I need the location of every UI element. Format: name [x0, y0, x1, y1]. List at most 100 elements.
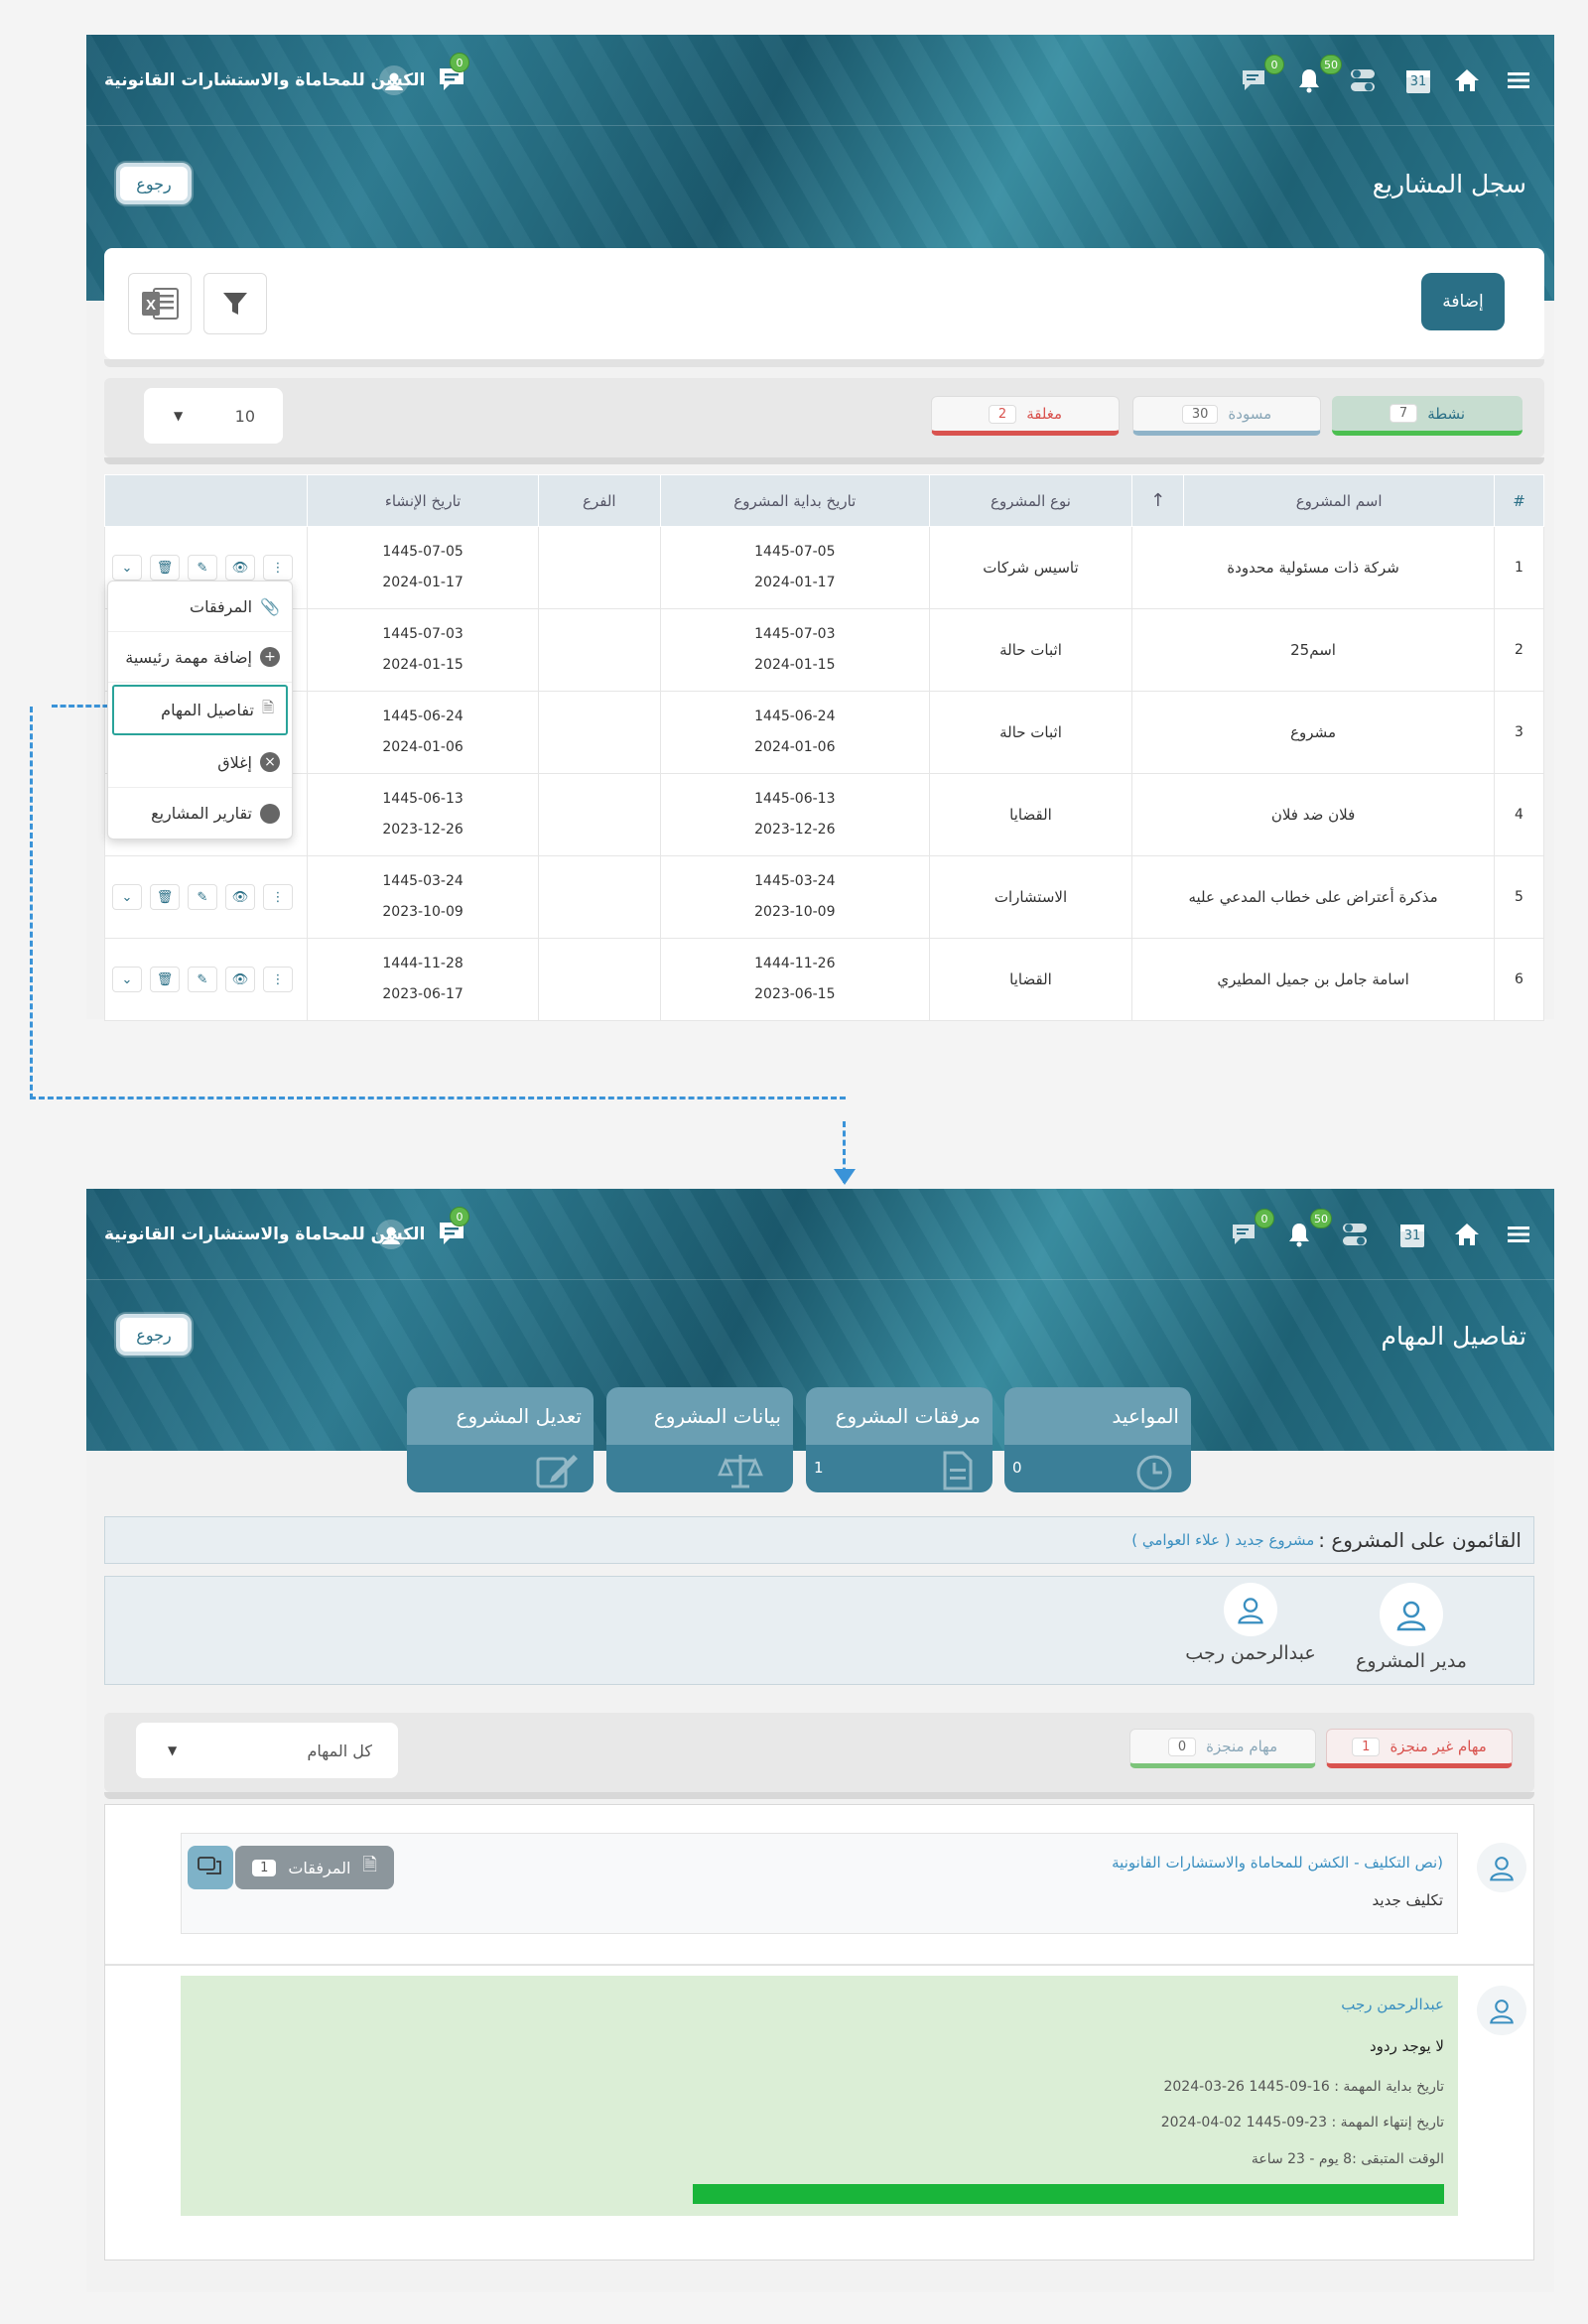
table-row: 3 مشروع اثبات حالة 1445-06-24 2024-01-06 1445… [103, 691, 1545, 774]
card-title: تعديل المشروع [407, 1387, 594, 1445]
circle-icon [260, 803, 280, 824]
chat-icon[interactable] [188, 1846, 233, 1889]
menu-label: إضافة مهمة رئيسية [125, 647, 252, 667]
start-date-gregorian: 2023-06-15 [754, 986, 836, 1002]
tab-done-tasks[interactable]: مهام منجزة 0 [1129, 1729, 1316, 1768]
project-manager[interactable]: مدير المشروع [1337, 1583, 1486, 1672]
project-name-link[interactable]: مذكرة أعتراض على خطاب المدعي عليه [1131, 855, 1495, 939]
messages-icon[interactable]: 0 [1227, 1209, 1274, 1252]
messages-icon[interactable]: 0 [1237, 55, 1284, 98]
task-progress-bar [693, 2184, 1444, 2204]
menu-item-close[interactable]: × إغلاق [108, 737, 292, 788]
edit-icon[interactable]: ✎ [188, 884, 217, 910]
menu-item-attachments[interactable]: 📎 المرفقات [108, 581, 292, 632]
menu-icon[interactable] [1503, 1219, 1534, 1250]
project-name-link[interactable]: اسامة جامل بن جميل المطيري [1131, 938, 1495, 1021]
reply-name[interactable]: عبدالرحمن رجب [1341, 1996, 1444, 2013]
add-button[interactable]: إضافة [1421, 273, 1505, 330]
managers-value[interactable]: مشروع جديد ( علاء العوامي ) [1131, 1531, 1314, 1549]
menu-item-project-reports[interactable]: تقارير المشاريع [108, 788, 292, 839]
tab-label: نشطة [1427, 404, 1466, 423]
excel-export-button[interactable]: X [128, 273, 192, 334]
col-type[interactable]: نوع المشروع [928, 474, 1133, 527]
appointments-card[interactable]: المواعيد 0 [1004, 1387, 1191, 1492]
toggle-icon[interactable] [1346, 63, 1380, 98]
chat-icon[interactable]: 0 [434, 1207, 469, 1252]
bell-icon[interactable]: 50 [1292, 55, 1342, 98]
attachments-button[interactable]: 🗎 المرفقات 1 [235, 1846, 394, 1889]
project-attachments-card[interactable]: مرفقات المشروع 1 [806, 1387, 992, 1492]
page-size-select[interactable]: ▼ 10 [144, 388, 283, 444]
menu-label: تفاصيل المهام [161, 701, 254, 719]
edit-icon [536, 1455, 578, 1488]
project-type: تاسيس شركات [928, 526, 1133, 609]
tasks-container: (نص التكليف - الكشن للمحاماة والاستشارات… [104, 1804, 1534, 2260]
tab-closed[interactable]: مغلقة 2 [931, 396, 1120, 436]
start-date-gregorian: 2024-01-17 [754, 575, 836, 590]
chevron-down-icon[interactable]: ⌄ [112, 884, 142, 910]
company-name: الكشن للمحاماة والاستشارات القانونية [104, 1225, 426, 1244]
col-start[interactable]: تاريخ بداية المشروع [659, 474, 930, 527]
eye-icon[interactable]: 👁 [225, 555, 255, 581]
project-name-link[interactable]: شركة ذات مسئولية محدودة [1131, 526, 1495, 609]
more-options-icon[interactable]: ⋮ [263, 555, 293, 581]
menu-icon[interactable] [1503, 65, 1534, 96]
branch [537, 938, 661, 1021]
divider [104, 359, 1544, 367]
menu-item-add-main-task[interactable]: + إضافة مهمة رئيسية [108, 632, 292, 683]
divider [104, 1792, 1534, 1799]
card-title: المواعيد [1004, 1387, 1191, 1445]
project-name-link[interactable]: اسم25 [1131, 608, 1495, 692]
chevron-down-icon[interactable]: ⌄ [112, 555, 142, 581]
more-options-icon[interactable]: ⋮ [263, 967, 293, 992]
team-member[interactable]: عبدالرحمن رجب [1176, 1583, 1325, 1664]
start-date: 1445-07-05 2024-01-17 [659, 526, 930, 609]
created-date-hijri: 1445-07-05 [382, 544, 463, 560]
calendar-icon[interactable]: 31 [1395, 1217, 1429, 1252]
row-num: 4 [1493, 773, 1545, 856]
calendar-icon[interactable]: 31 [1401, 63, 1435, 98]
task-progress-track [693, 2184, 1444, 2204]
start-date-gregorian: 2024-01-15 [754, 657, 836, 673]
arrow-down-icon [834, 1169, 856, 1185]
project-name-link[interactable]: فلان ضد فلان [1131, 773, 1495, 856]
start-date-hijri: 1445-06-24 [754, 709, 836, 724]
col-branch[interactable]: الفرع [537, 474, 661, 527]
eye-icon[interactable]: 👁 [225, 884, 255, 910]
row-actions: ⌄ 🗑 ✎ 👁 ⋮ [103, 938, 309, 1021]
edit-icon[interactable]: ✎ [188, 555, 217, 581]
menu-item-task-details[interactable]: 🗎 تفاصيل المهام [112, 685, 288, 735]
clock-icon [1136, 1455, 1172, 1490]
edit-project-card[interactable]: تعديل المشروع [407, 1387, 594, 1492]
col-created[interactable]: تاريخ الإنشاء [307, 474, 539, 527]
trash-icon[interactable]: 🗑 [150, 555, 180, 581]
tab-pending-tasks[interactable]: مهام غير منجزة 1 [1326, 1729, 1513, 1768]
bell-icon[interactable]: 50 [1282, 1209, 1332, 1252]
trash-icon[interactable]: 🗑 [150, 967, 180, 992]
home-icon[interactable] [1449, 63, 1485, 98]
chevron-down-icon[interactable]: ⌄ [112, 967, 142, 992]
more-options-icon[interactable]: ⋮ [263, 884, 293, 910]
task-filter-select[interactable]: ▼ كل المهام [136, 1723, 398, 1778]
col-name[interactable]: اسم المشروع [1183, 474, 1495, 527]
trash-icon[interactable]: 🗑 [150, 884, 180, 910]
sort-arrow-icon[interactable]: ↑ [1131, 474, 1185, 527]
created-date-gregorian: 2024-01-15 [382, 657, 463, 673]
eye-icon[interactable]: 👁 [225, 967, 255, 992]
tab-draft[interactable]: مسودة 30 [1132, 396, 1321, 436]
branch [537, 526, 661, 609]
edit-icon[interactable]: ✎ [188, 967, 217, 992]
back-button[interactable]: رجوع [116, 163, 192, 204]
home-icon[interactable] [1449, 1217, 1485, 1252]
created-date-gregorian: 2023-12-26 [382, 822, 463, 838]
messages-badge: 0 [1264, 55, 1284, 74]
chat-icon[interactable]: 0 [434, 53, 469, 98]
project-data-card[interactable]: بيانات المشروع [606, 1387, 793, 1492]
back-button[interactable]: رجوع [116, 1314, 192, 1356]
created-date: 1445-07-03 2024-01-15 [307, 608, 539, 692]
filter-button[interactable] [203, 273, 267, 334]
tab-active[interactable]: نشطة 7 [1332, 396, 1522, 436]
created-date-gregorian: 2024-01-06 [382, 739, 463, 755]
project-name-link[interactable]: مشروع [1131, 691, 1495, 774]
toggle-icon[interactable] [1338, 1217, 1372, 1252]
